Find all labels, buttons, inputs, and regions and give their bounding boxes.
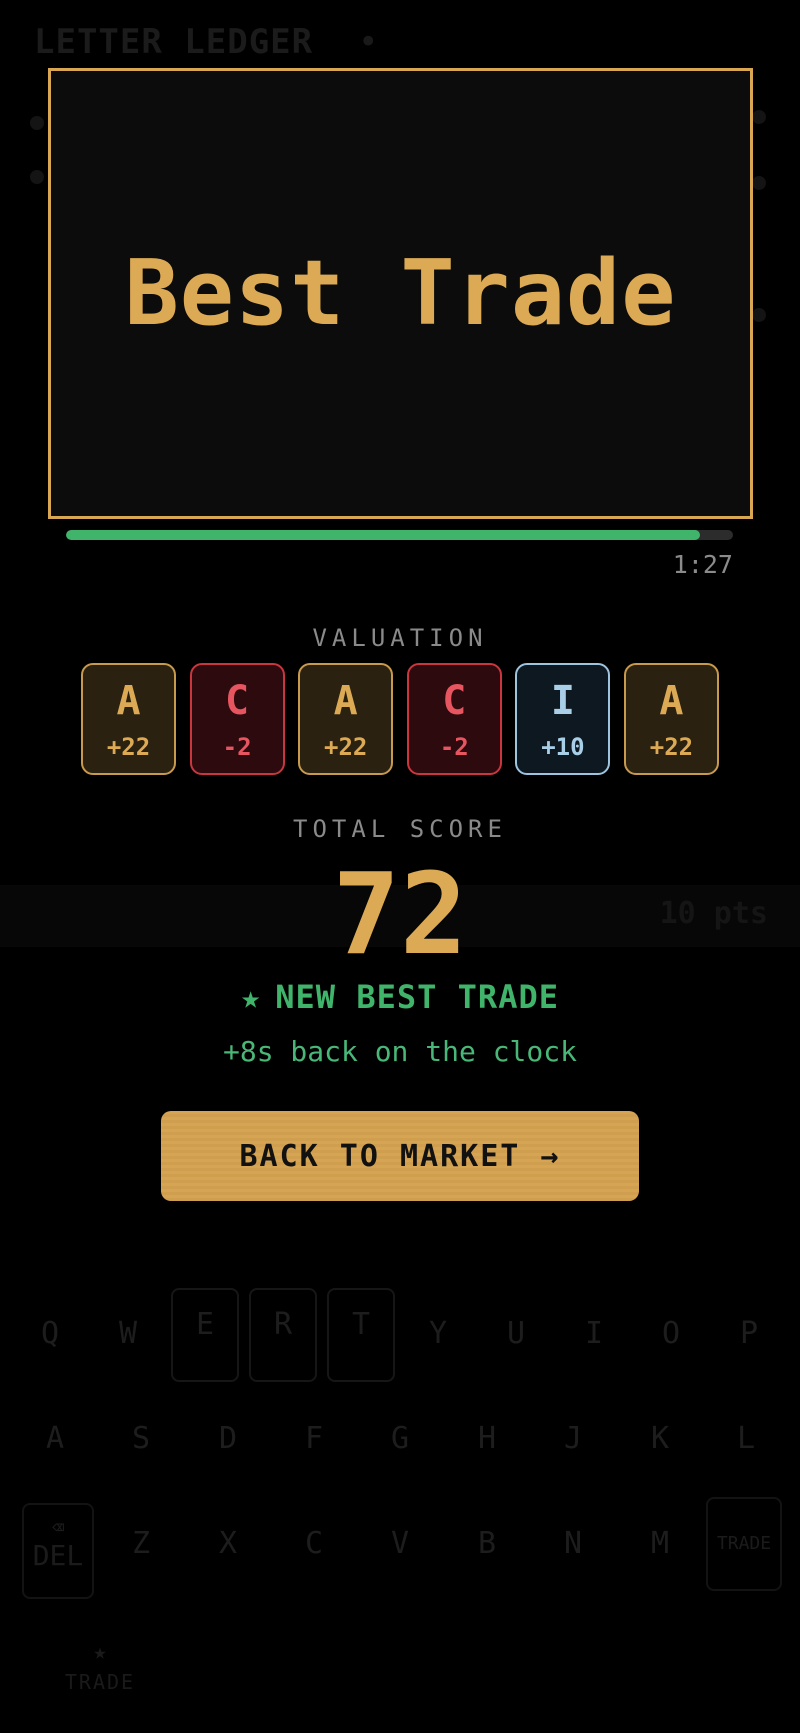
keyboard-key[interactable]: V <box>368 1500 432 1588</box>
valuation-tiles: A +22 C -2 A +22 C -2 I +10 A +22 <box>81 663 719 775</box>
nav-item[interactable]: ★ TRADE <box>0 1640 200 1694</box>
valuation-tile: A +22 <box>298 663 394 775</box>
time-progress-bar <box>66 530 733 540</box>
delete-key-label: DEL <box>32 1539 84 1572</box>
chart-icon <box>200 1640 400 1670</box>
timer: 1:27 <box>672 550 733 579</box>
trade-key-label: TRADE <box>716 1533 772 1554</box>
tile-value: +22 <box>324 733 368 761</box>
nav-item[interactable] <box>600 1640 800 1670</box>
new-best-text: NEW BEST TRADE <box>275 978 559 1016</box>
keyboard-key[interactable]: W <box>96 1290 160 1378</box>
tile-letter: C <box>225 678 250 724</box>
total-score-label: TOTAL SCORE <box>293 815 507 843</box>
time-progress-fill <box>66 530 700 540</box>
keyboard-key[interactable]: J <box>541 1395 605 1483</box>
keyboard-key[interactable]: G <box>368 1395 432 1483</box>
key-letter: T <box>351 1307 371 1342</box>
tile-value: -2 <box>439 733 469 761</box>
valuation-tile: A +22 <box>81 663 176 775</box>
star-icon: ★ <box>241 978 262 1016</box>
tile-value: +22 <box>649 733 694 761</box>
keyboard-key[interactable]: O <box>639 1290 703 1378</box>
keyboard-key[interactable]: R <box>249 1288 317 1382</box>
key-letter: R <box>273 1307 293 1342</box>
status-dot <box>752 110 766 124</box>
nav-item[interactable] <box>200 1640 400 1670</box>
status-dot <box>30 116 44 130</box>
tile-value: -2 <box>222 733 252 761</box>
nav-item-label: TRADE <box>64 1670 136 1694</box>
valuation-tile: I +10 <box>515 663 611 775</box>
total-score: 72 <box>332 850 468 980</box>
keyboard-key[interactable]: Q <box>18 1290 82 1378</box>
app-title-dot: • <box>358 22 379 62</box>
keyboard-key[interactable]: D <box>196 1395 260 1483</box>
keyboard-key[interactable]: Y <box>406 1290 470 1378</box>
keyboard-key[interactable]: M <box>628 1500 692 1588</box>
book-icon <box>400 1640 600 1670</box>
keyboard-key[interactable]: U <box>484 1290 548 1378</box>
result-title: Best Trade <box>124 241 677 346</box>
tile-value: +22 <box>106 733 151 761</box>
trade-key[interactable]: TRADE <box>706 1497 782 1591</box>
tile-letter: I <box>550 678 575 724</box>
keyboard-key[interactable]: N <box>541 1500 605 1588</box>
keyboard-key[interactable]: C <box>282 1500 346 1588</box>
key-letter: E <box>195 1307 215 1342</box>
keyboard-key[interactable]: I <box>562 1290 626 1378</box>
keyboard-key[interactable]: H <box>455 1395 519 1483</box>
status-dot <box>30 170 44 184</box>
keyboard-key[interactable]: L <box>714 1395 778 1483</box>
time-bonus-text: +8s back on the clock <box>222 1035 577 1068</box>
keyboard-key[interactable]: F <box>282 1395 346 1483</box>
valuation-label: VALUATION <box>312 624 488 652</box>
new-best-badge: ★ NEW BEST TRADE <box>0 978 800 1016</box>
tile-letter: A <box>659 678 684 724</box>
app-title: LETTER LEDGER <box>34 22 314 62</box>
keyboard-key[interactable]: S <box>109 1395 173 1483</box>
keyboard-key[interactable]: E <box>171 1288 239 1382</box>
keyboard-key[interactable]: K <box>628 1395 692 1483</box>
keyboard-key[interactable]: P <box>717 1290 781 1378</box>
tile-value: +10 <box>541 733 585 761</box>
valuation-tile: C -2 <box>406 663 502 775</box>
delete-key[interactable]: ⌫ DEL <box>22 1503 94 1599</box>
status-dot <box>752 308 766 322</box>
keyboard-key[interactable]: B <box>455 1500 519 1588</box>
star-icon: ★ <box>93 1640 107 1665</box>
keyboard-key[interactable]: X <box>196 1500 260 1588</box>
valuation-tile: C -2 <box>189 663 285 775</box>
game-screen: LETTER LEDGER • 10 pts QWERTYUIOPASDFGHJ… <box>0 0 800 1733</box>
tile-letter: A <box>116 678 141 724</box>
backspace-icon: ⌫ <box>51 1515 65 1539</box>
nav-item[interactable] <box>400 1640 600 1670</box>
keyboard-key[interactable]: Z <box>109 1500 173 1588</box>
status-dot <box>752 176 766 190</box>
tile-letter: A <box>333 678 358 724</box>
keyboard-key[interactable]: T <box>327 1288 395 1382</box>
result-banner: Best Trade <box>48 68 753 519</box>
tile-letter: C <box>442 678 467 724</box>
gear-icon <box>600 1640 800 1670</box>
keyboard-key[interactable]: A <box>23 1395 87 1483</box>
back-to-market-button[interactable]: BACK TO MARKET → <box>161 1111 639 1201</box>
valuation-tile: A +22 <box>623 663 719 775</box>
